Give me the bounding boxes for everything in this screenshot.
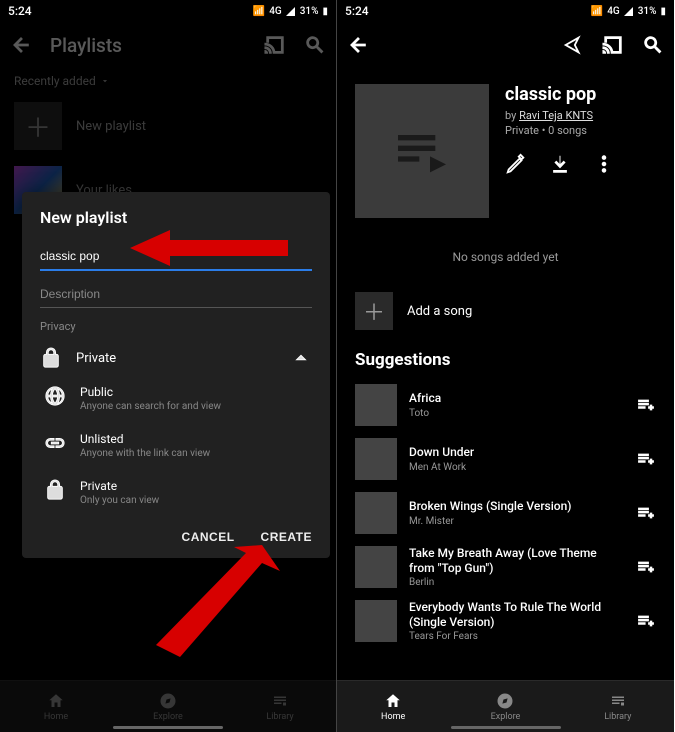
search-icon[interactable] xyxy=(642,34,664,56)
plus-icon: ＋ xyxy=(355,292,393,330)
song-thumb xyxy=(355,600,397,642)
add-to-playlist-icon[interactable] xyxy=(636,394,656,416)
sort-chip[interactable]: Recently added xyxy=(0,68,336,94)
add-to-playlist-icon[interactable] xyxy=(636,610,656,632)
status-icons: 📶4G31%▮ xyxy=(591,6,666,17)
privacy-option-private[interactable]: Private Only you can view xyxy=(44,469,312,516)
playlist-desc-input[interactable] xyxy=(40,283,312,308)
add-song-button[interactable]: ＋ Add a song xyxy=(337,282,674,340)
song-thumb xyxy=(355,438,397,480)
search-icon[interactable] xyxy=(304,34,326,56)
playlist-name-input[interactable] xyxy=(40,245,312,271)
privacy-option-unlisted[interactable]: Unlisted Anyone with the link can view xyxy=(44,422,312,469)
add-to-playlist-icon[interactable] xyxy=(636,502,656,524)
cast-icon[interactable] xyxy=(264,34,286,56)
annotation-arrow xyxy=(150,545,280,665)
status-icons: 📶4G31%▮ xyxy=(253,6,328,17)
link-icon xyxy=(44,432,66,454)
song-row[interactable]: Down UnderMen At Work xyxy=(337,432,674,486)
new-playlist-dialog: New playlist Privacy Private Public xyxy=(22,192,330,558)
song-thumb xyxy=(355,492,397,534)
globe-icon xyxy=(44,385,66,407)
privacy-option-public[interactable]: Public Anyone can search for and view xyxy=(44,375,312,422)
song-thumb xyxy=(355,384,397,426)
bottom-nav: Home Explore Library xyxy=(337,680,674,732)
nav-explore[interactable]: Explore xyxy=(449,681,561,732)
nav-library[interactable]: Library xyxy=(224,681,336,732)
back-icon[interactable] xyxy=(10,34,32,56)
song-row[interactable]: Broken Wings (Single Version)Mr. Mister xyxy=(337,486,674,540)
suggestions-heading: Suggestions xyxy=(337,340,674,378)
plus-icon: ＋ xyxy=(14,102,62,150)
page-title: Playlists xyxy=(50,34,122,57)
lock-icon xyxy=(40,347,62,369)
cast-icon[interactable] xyxy=(602,34,624,56)
privacy-label: Privacy xyxy=(40,320,312,333)
empty-state: No songs added yet xyxy=(337,250,674,264)
new-playlist-row[interactable]: ＋ New playlist xyxy=(0,94,336,158)
status-time: 5:24 xyxy=(8,4,32,18)
status-bar: 5:24 📶4G31%▮ xyxy=(337,0,674,22)
dialog-title: New playlist xyxy=(40,208,312,227)
bottom-nav: Home Explore Library xyxy=(0,680,336,732)
download-icon[interactable] xyxy=(549,153,571,175)
privacy-dropdown[interactable]: Private xyxy=(40,341,312,375)
status-time: 5:24 xyxy=(345,4,369,18)
add-to-playlist-icon[interactable] xyxy=(636,556,656,578)
chevron-up-icon xyxy=(290,347,312,369)
share-icon[interactable] xyxy=(562,34,584,56)
nav-home[interactable]: Home xyxy=(0,681,112,732)
cancel-button[interactable]: CANCEL xyxy=(182,530,235,544)
more-icon[interactable] xyxy=(593,153,615,175)
nav-home[interactable]: Home xyxy=(337,681,449,732)
song-row[interactable]: Take My Breath Away (Love Theme from "To… xyxy=(337,540,674,594)
gesture-bar xyxy=(113,726,223,729)
status-bar: 5:24 📶4G31%▮ xyxy=(0,0,336,22)
suggestion-list: AfricaToto Down UnderMen At Work Broken … xyxy=(337,378,674,648)
back-icon[interactable] xyxy=(347,34,369,56)
playlist-author: by Ravi Teja KNTS xyxy=(505,109,615,122)
song-row[interactable]: Everybody Wants To Rule The World (Singl… xyxy=(337,594,674,648)
lock-icon xyxy=(44,479,66,501)
app-bar: Playlists xyxy=(0,22,336,68)
nav-explore[interactable]: Explore xyxy=(112,681,224,732)
create-button[interactable]: CREATE xyxy=(261,530,312,544)
playlist-title: classic pop xyxy=(505,84,615,105)
nav-library[interactable]: Library xyxy=(562,681,674,732)
playlist-artwork xyxy=(355,84,489,218)
edit-icon[interactable] xyxy=(505,153,527,175)
gesture-bar xyxy=(451,726,561,729)
song-row[interactable]: AfricaToto xyxy=(337,378,674,432)
add-to-playlist-icon[interactable] xyxy=(636,448,656,470)
song-thumb xyxy=(355,546,397,588)
playlist-sub: Private • 0 songs xyxy=(505,124,615,137)
